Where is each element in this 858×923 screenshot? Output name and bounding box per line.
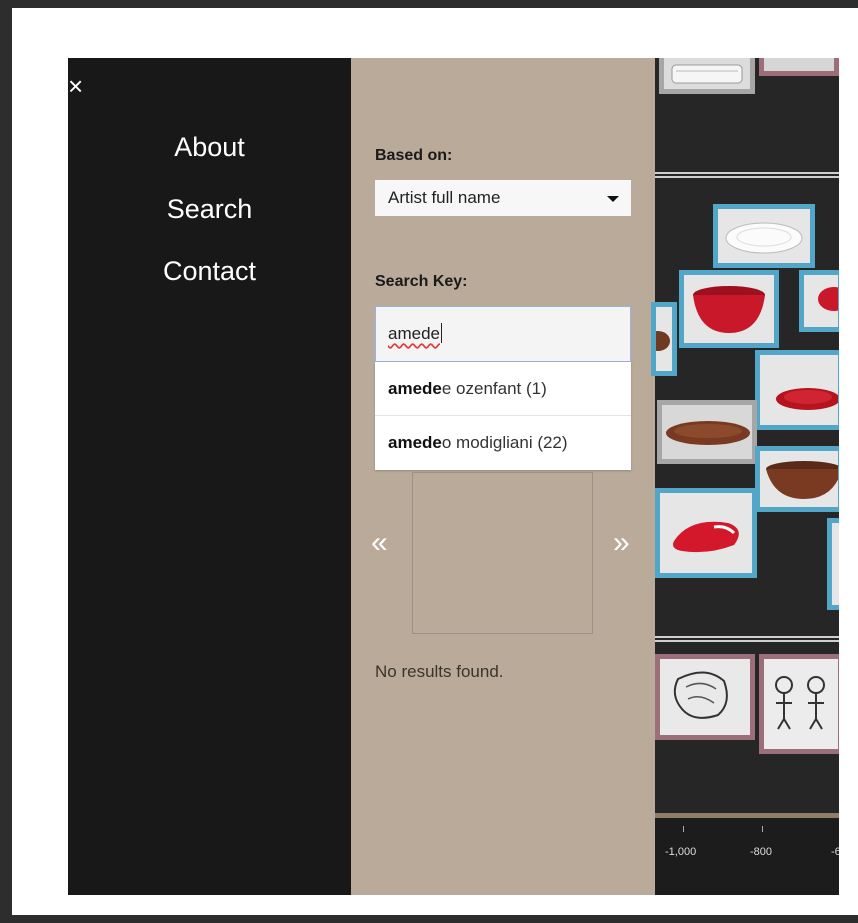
axis-tick: [762, 826, 763, 832]
suggestion-match: amede: [388, 379, 442, 398]
artwork-thumbnail[interactable]: [655, 488, 757, 578]
red-bowl-icon: [818, 287, 839, 311]
suggestion-match: amede: [388, 433, 442, 452]
band-divider: [655, 176, 839, 178]
red-plate-icon: [776, 388, 839, 410]
based-on-select[interactable]: Artist full name: [375, 180, 631, 216]
artwork-thumbnail[interactable]: [655, 654, 755, 740]
menu-item-search[interactable]: Search: [68, 194, 351, 225]
brown-dish-icon: [666, 421, 750, 445]
red-bowl-icon: [693, 286, 765, 333]
search-panel: Based on: Artist full name Search Key: a…: [351, 58, 655, 895]
glass-dish-icon: [671, 64, 743, 84]
status-text: No results found.: [375, 662, 504, 681]
axis-tick: [683, 826, 684, 832]
artwork-thumbnail[interactable]: [755, 350, 839, 430]
double-chevron-right-icon: »: [613, 526, 630, 559]
figure-drawing-icon: [775, 676, 825, 730]
suggestion-rest: o modigliani (22): [441, 433, 568, 452]
artwork-thumbnail[interactable]: [713, 204, 815, 268]
based-on-value: Artist full name: [388, 188, 501, 207]
based-on-label: Based on:: [375, 147, 453, 164]
axis-tick-label: -1,000: [665, 846, 697, 858]
menu-item-about[interactable]: About: [68, 132, 351, 163]
axis-tick-label: -6: [831, 846, 839, 858]
page-frame: × About Search Contact Based on: Artist …: [12, 8, 858, 915]
close-menu-button[interactable]: ×: [68, 71, 88, 101]
artwork-thumbnail[interactable]: [646, 302, 677, 376]
axis-tick-label: -800: [750, 846, 773, 858]
side-menu: × About Search Contact: [68, 58, 351, 895]
artwork-thumbnail[interactable]: [659, 58, 755, 94]
artwork-thumbnail[interactable]: [679, 270, 779, 348]
search-key-text: amede: [388, 324, 440, 343]
next-result-button[interactable]: »: [613, 528, 630, 558]
suggestion-item[interactable]: amedeo modigliani (22): [375, 416, 631, 470]
artwork-thumbnail[interactable]: [759, 654, 839, 754]
search-key-label: Search Key:: [375, 273, 468, 290]
suggestion-item[interactable]: amedee ozenfant (1): [375, 362, 631, 416]
red-sculpture-icon: [673, 521, 739, 553]
artwork-thumbnail[interactable]: [759, 58, 839, 76]
app-window: × About Search Contact Based on: Artist …: [68, 58, 839, 895]
brown-bowl-icon: [766, 461, 839, 499]
brown-bowl-icon: [646, 331, 670, 351]
prev-result-button[interactable]: «: [371, 528, 388, 558]
menu-item-contact[interactable]: Contact: [68, 256, 351, 287]
artwork-thumbnail[interactable]: [755, 446, 839, 512]
text-cursor: [440, 323, 442, 343]
sketch-drawing-icon: [673, 671, 728, 719]
result-preview-frame: [412, 472, 593, 634]
search-key-input[interactable]: amede: [375, 306, 631, 362]
band-divider: [655, 172, 839, 174]
close-icon: ×: [68, 71, 84, 101]
double-chevron-left-icon: «: [371, 526, 388, 559]
band-divider: [655, 640, 839, 642]
caret-down-icon: [607, 196, 619, 202]
band-divider: [655, 636, 839, 638]
suggestion-rest: e ozenfant (1): [441, 379, 547, 398]
artwork-thumbnail[interactable]: [657, 400, 757, 464]
timeline-axis[interactable]: -1,000 -800 -6: [655, 818, 839, 895]
white-plate-icon: [725, 222, 803, 254]
autocomplete-list: amedee ozenfant (1) amedeo modigliani (2…: [375, 362, 631, 470]
artwork-thumbnail[interactable]: [799, 270, 839, 332]
artwork-visualization: -1,000 -800 -6: [646, 58, 839, 895]
artwork-thumbnail[interactable]: [827, 518, 839, 610]
